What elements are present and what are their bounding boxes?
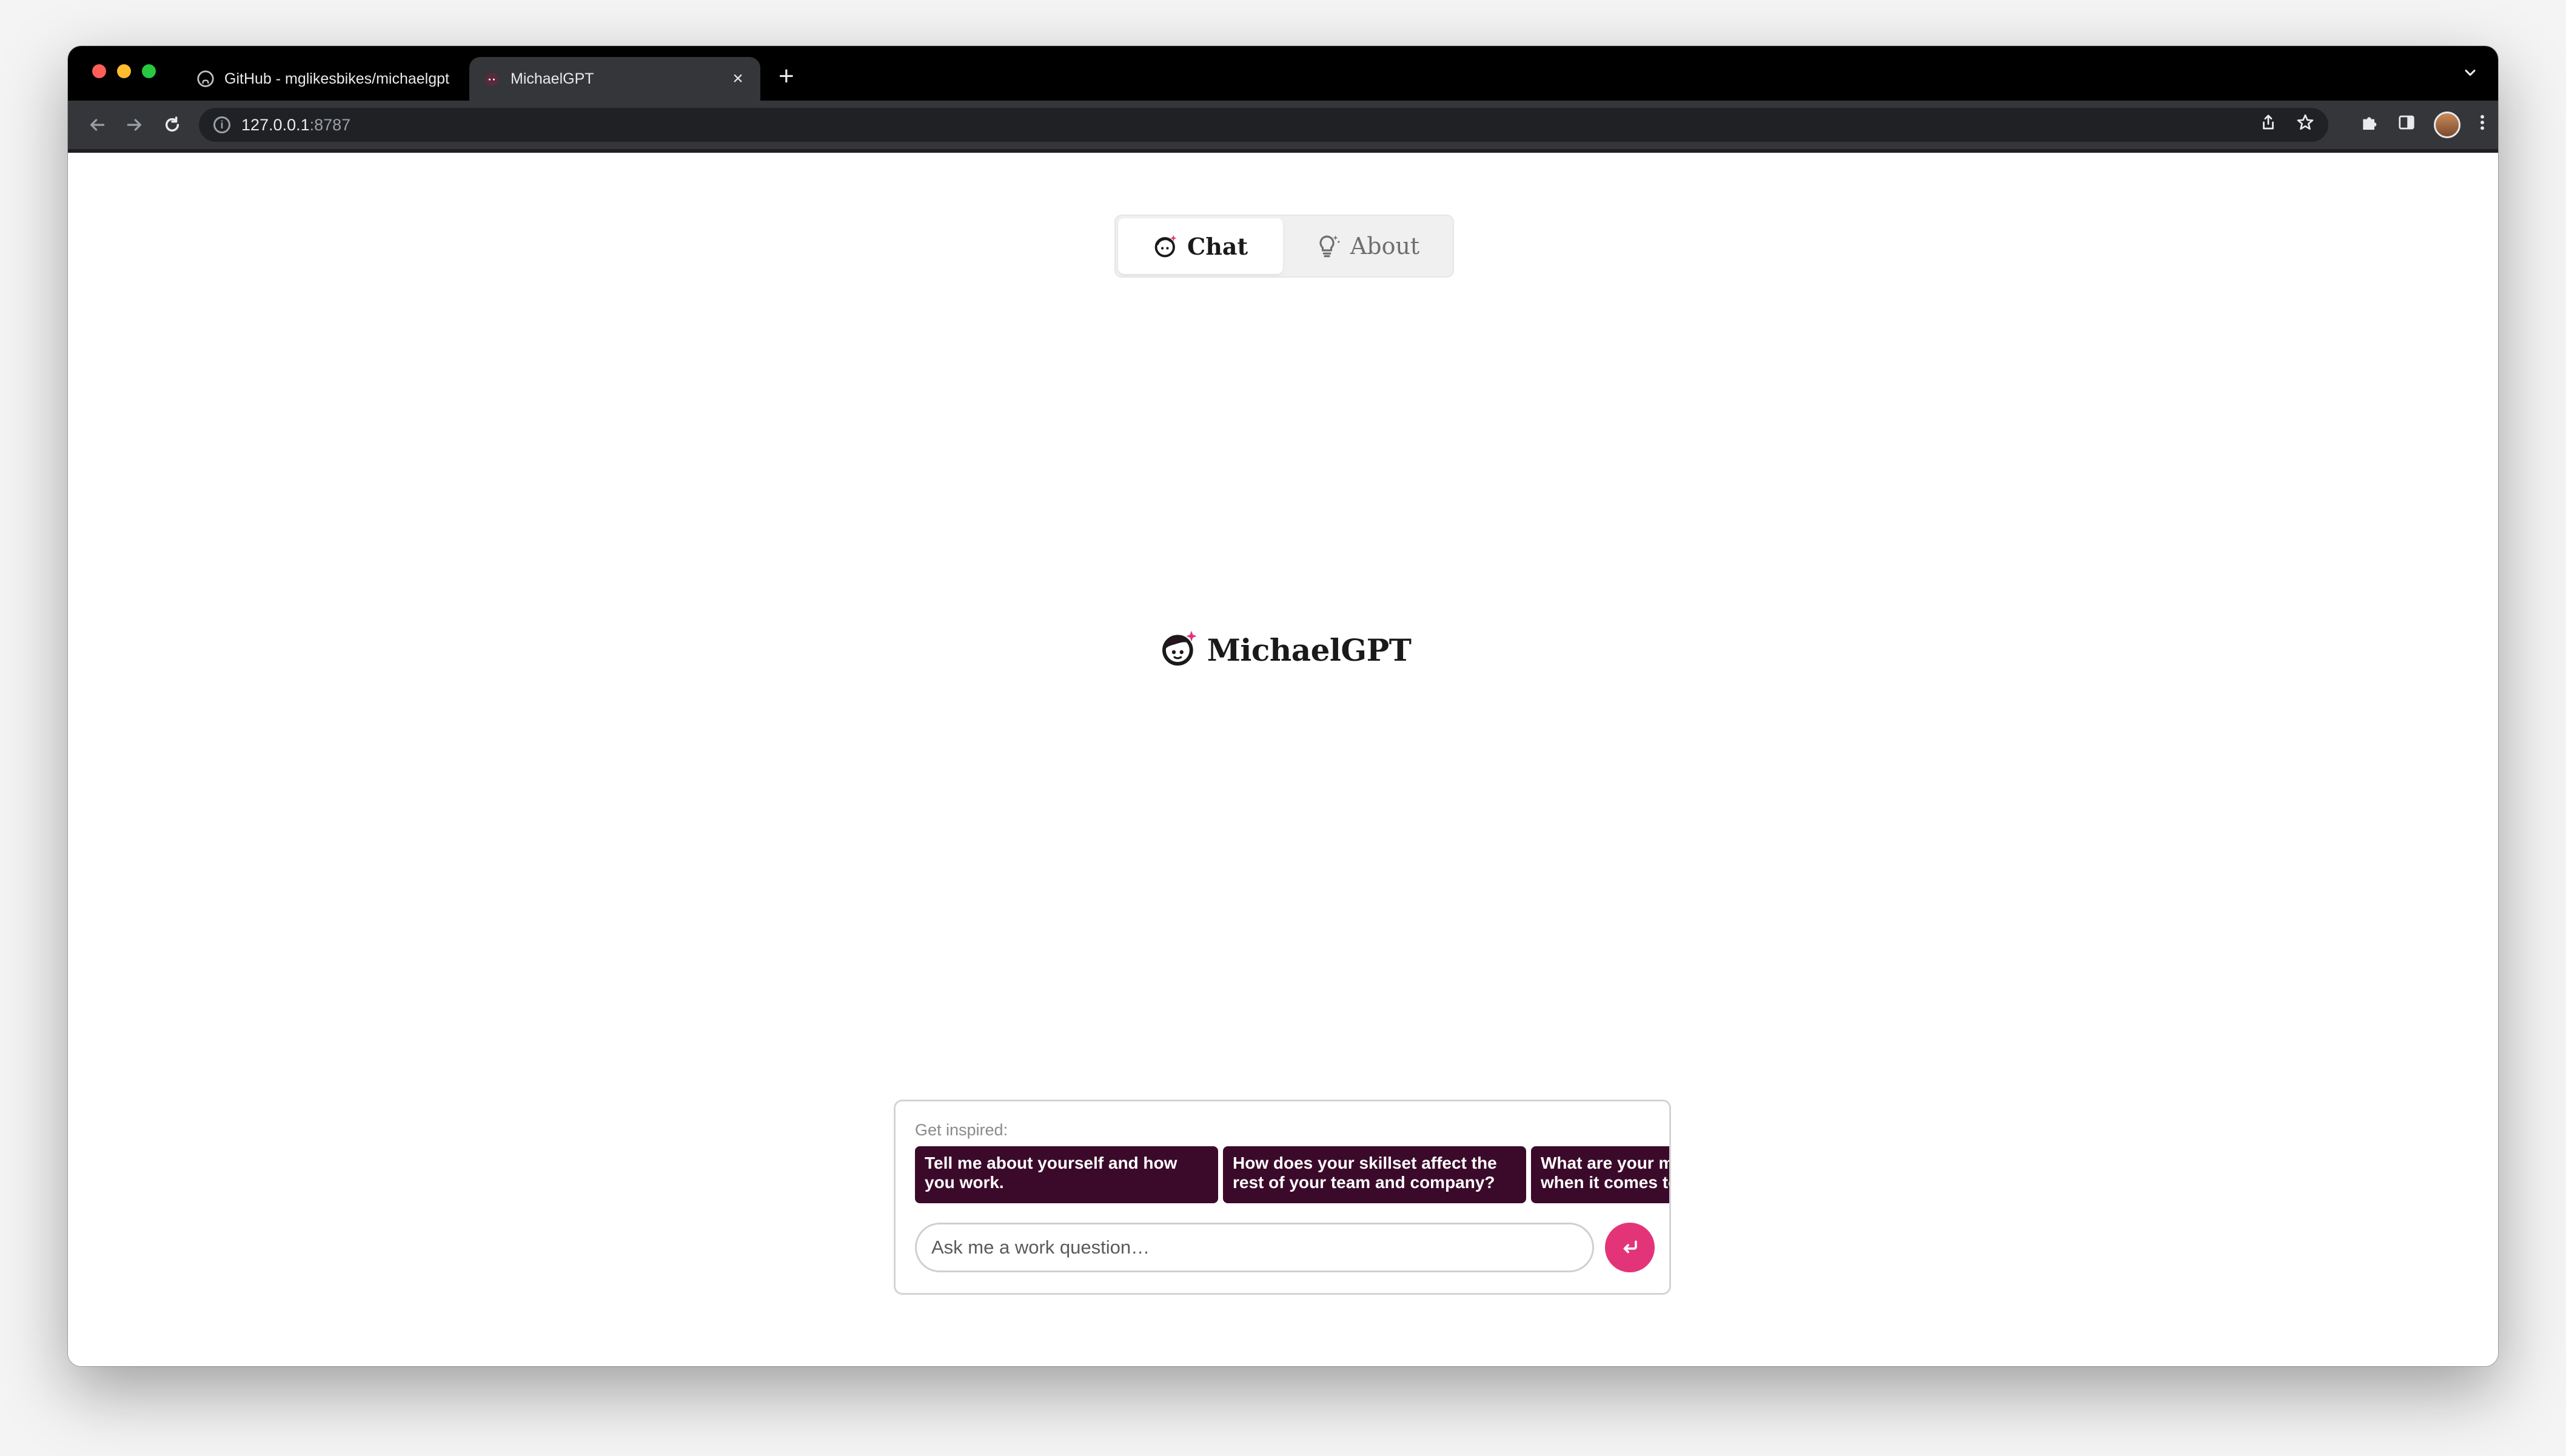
- browser-window: GitHub - mglikesbikes/michaelgpt × Micha…: [68, 46, 2498, 1366]
- enter-arrow-icon: [1620, 1237, 1640, 1259]
- url-text: 127.0.0.1:8787: [241, 116, 350, 135]
- tab-about-label: About: [1350, 233, 1420, 259]
- more-menu-icon[interactable]: [2479, 113, 2486, 137]
- extensions-puzzle-icon[interactable]: [2360, 113, 2379, 137]
- suggestion-chip[interactable]: How does your skillset affect the rest o…: [1223, 1146, 1526, 1203]
- hero-title: MichaelGPT: [1207, 632, 1412, 668]
- reload-icon[interactable]: [159, 112, 186, 138]
- browser-toolbar: i 127.0.0.1:8787: [68, 101, 2498, 153]
- new-tab-icon[interactable]: +: [779, 63, 794, 90]
- url-host: 127.0.0.1: [241, 115, 310, 134]
- maximize-window-button[interactable]: [142, 64, 156, 78]
- github-icon: [196, 70, 215, 88]
- hero-brand: MichaelGPT: [68, 626, 2498, 674]
- profile-avatar[interactable]: [2434, 112, 2460, 138]
- inspired-label: Get inspired:: [915, 1121, 1008, 1139]
- chat-input[interactable]: [915, 1223, 1594, 1272]
- tab-chat[interactable]: Chat: [1118, 218, 1283, 274]
- back-arrow-icon[interactable]: [84, 112, 110, 138]
- forward-arrow-icon[interactable]: [121, 112, 148, 138]
- tab-search-chevron-icon[interactable]: [2462, 64, 2479, 86]
- michaelgpt-logo-icon: [1153, 233, 1179, 259]
- tab-close-icon[interactable]: ×: [729, 68, 747, 89]
- tab-strip: GitHub - mglikesbikes/michaelgpt × Micha…: [68, 46, 2498, 101]
- tab-michaelgpt[interactable]: MichaelGPT ×: [469, 57, 760, 101]
- bookmark-star-icon[interactable]: [2296, 113, 2315, 137]
- send-button[interactable]: [1605, 1223, 1655, 1272]
- site-info-icon[interactable]: i: [213, 116, 230, 133]
- share-icon[interactable]: [2259, 113, 2277, 136]
- tab-chat-label: Chat: [1187, 232, 1248, 260]
- suggestion-list: Tell me about yourself and how you work.…: [915, 1146, 1669, 1203]
- hero-brand-inner: MichaelGPT: [1160, 629, 1412, 671]
- tab-title: GitHub - mglikesbikes/michaelgpt: [224, 70, 449, 87]
- url-port: :8787: [309, 115, 351, 134]
- tab-title: MichaelGPT: [511, 70, 594, 87]
- tab-about[interactable]: About: [1285, 218, 1450, 274]
- side-panel-icon[interactable]: [2397, 113, 2416, 136]
- minimize-window-button[interactable]: [117, 64, 131, 78]
- suggestion-chip[interactable]: What are your main strengths when it com…: [1531, 1146, 1669, 1203]
- suggestion-chip[interactable]: Tell me about yourself and how you work.: [915, 1146, 1218, 1203]
- michaelgpt-logo-icon: [1160, 629, 1199, 671]
- chat-composer: Get inspired: Tell me about yourself and…: [894, 1100, 1671, 1295]
- address-bar[interactable]: i 127.0.0.1:8787: [199, 108, 2328, 142]
- lightbulb-icon: [1316, 233, 1342, 259]
- close-window-button[interactable]: [92, 64, 106, 78]
- page-content: Chat About MichaelGPT Get inspired: Tell…: [68, 153, 2498, 1366]
- nav-segmented-control: Chat About: [1114, 215, 1454, 278]
- michaelgpt-logo-icon: [483, 70, 501, 88]
